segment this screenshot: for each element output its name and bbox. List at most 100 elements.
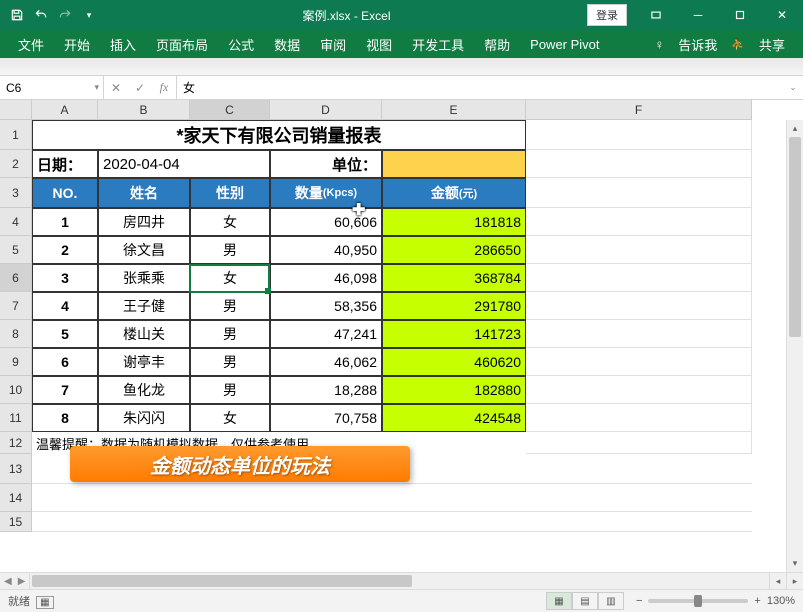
sheet-nav-buttons[interactable]: ◀▶ (0, 573, 30, 589)
maximize-icon[interactable] (719, 0, 761, 30)
cell-gender-5[interactable]: 男 (190, 320, 270, 348)
cell-gender-8[interactable]: 女 (190, 404, 270, 432)
redo-icon[interactable] (54, 4, 76, 26)
scroll-right-icon[interactable]: ▸ (786, 573, 803, 589)
qat-dropdown-icon[interactable]: ▾ (78, 4, 100, 26)
col-header-D[interactable]: D (270, 100, 382, 120)
date-label[interactable]: 日期： (32, 150, 98, 178)
column-headers[interactable]: ABCDEF (32, 100, 752, 120)
fx-icon[interactable]: fx (152, 76, 176, 100)
cell-qty-6[interactable]: 46,062 (270, 348, 382, 376)
cell-gender-2[interactable]: 男 (190, 236, 270, 264)
cell-name-5[interactable]: 楼山关 (98, 320, 190, 348)
minimize-icon[interactable]: ─ (677, 0, 719, 30)
row-header-13[interactable]: 13 (0, 454, 32, 484)
unit-value[interactable] (382, 150, 526, 178)
row-header-8[interactable]: 8 (0, 320, 32, 348)
row-header-14[interactable]: 14 (0, 484, 32, 512)
col-header-E[interactable]: E (382, 100, 526, 120)
cell-qty-8[interactable]: 70,758 (270, 404, 382, 432)
banner-overlay[interactable]: 金额动态单位的玩法 (70, 446, 410, 482)
cell-qty-7[interactable]: 18,288 (270, 376, 382, 404)
close-icon[interactable]: ✕ (761, 0, 803, 30)
share-button[interactable]: 共享 (749, 30, 795, 58)
tab-help[interactable]: 帮助 (474, 30, 520, 58)
scroll-left-icon[interactable]: ◂ (769, 573, 786, 589)
cell-gender-4[interactable]: 男 (190, 292, 270, 320)
cell-gender-7[interactable]: 男 (190, 376, 270, 404)
cell-name-4[interactable]: 王子健 (98, 292, 190, 320)
unit-label[interactable]: 单位： (270, 150, 382, 178)
header-gender[interactable]: 性别 (190, 178, 270, 208)
zoom-in-button[interactable]: + (754, 595, 760, 607)
scroll-down-icon[interactable]: ▾ (787, 555, 803, 572)
name-box[interactable]: C6 (0, 76, 104, 99)
scroll-up-icon[interactable]: ▴ (787, 120, 803, 137)
cell-name-3[interactable]: 张乘乘 (98, 264, 190, 292)
cell-qty-3[interactable]: 46,098 (270, 264, 382, 292)
col-header-C[interactable]: C (190, 100, 270, 120)
cell-no-6[interactable]: 6 (32, 348, 98, 376)
cell-qty-5[interactable]: 47,241 (270, 320, 382, 348)
spreadsheet-grid[interactable]: ABCDEF 123456789101112131415 *家天下有限公司销量报… (0, 100, 803, 572)
report-title[interactable]: *家天下有限公司销量报表 (32, 120, 526, 150)
row-header-4[interactable]: 4 (0, 208, 32, 236)
row-headers[interactable]: 123456789101112131415 (0, 120, 32, 532)
row-header-1[interactable]: 1 (0, 120, 32, 150)
row-header-3[interactable]: 3 (0, 178, 32, 208)
header-name[interactable]: 姓名 (98, 178, 190, 208)
row-header-12[interactable]: 12 (0, 432, 32, 454)
col-header-A[interactable]: A (32, 100, 98, 120)
col-header-B[interactable]: B (98, 100, 190, 120)
select-all-corner[interactable] (0, 100, 32, 120)
tab-power-pivot[interactable]: Power Pivot (520, 30, 609, 58)
col-header-F[interactable]: F (526, 100, 752, 120)
header-qty[interactable]: 数量(Kpcs) (270, 178, 382, 208)
expand-formula-bar-icon[interactable]: ⌄ (783, 82, 803, 93)
row-header-10[interactable]: 10 (0, 376, 32, 404)
cell-name-6[interactable]: 谢亭丰 (98, 348, 190, 376)
cell-name-1[interactable]: 房四井 (98, 208, 190, 236)
header-amount[interactable]: 金额(元) (382, 178, 526, 208)
cell-no-3[interactable]: 3 (32, 264, 98, 292)
save-icon[interactable] (6, 4, 28, 26)
row-header-9[interactable]: 9 (0, 348, 32, 376)
enter-icon[interactable]: ✓ (128, 76, 152, 100)
cell-amount-3[interactable]: 368784 (382, 264, 526, 292)
row-header-11[interactable]: 11 (0, 404, 32, 432)
login-button[interactable]: 登录 (587, 4, 627, 26)
cell-amount-4[interactable]: 291780 (382, 292, 526, 320)
row-header-5[interactable]: 5 (0, 236, 32, 264)
horizontal-scrollbar[interactable] (30, 573, 769, 589)
view-page-break-icon[interactable]: ▥ (598, 592, 624, 610)
cell-name-7[interactable]: 鱼化龙 (98, 376, 190, 404)
view-normal-icon[interactable]: ▦ (546, 592, 572, 610)
cell-amount-6[interactable]: 460620 (382, 348, 526, 376)
cell-no-2[interactable]: 2 (32, 236, 98, 264)
ribbon-options-icon[interactable] (635, 0, 677, 30)
cell-gender-6[interactable]: 男 (190, 348, 270, 376)
vertical-scrollbar[interactable]: ▴ ▾ (786, 120, 803, 572)
tab-review[interactable]: 审阅 (310, 30, 356, 58)
cell-name-8[interactable]: 朱闪闪 (98, 404, 190, 432)
cell-name-2[interactable]: 徐文昌 (98, 236, 190, 264)
tab-file[interactable]: 文件 (8, 30, 54, 58)
tell-me-button[interactable]: 告诉我 (668, 30, 727, 58)
cell-qty-1[interactable]: 60,606 (270, 208, 382, 236)
tab-home[interactable]: 开始 (54, 30, 100, 58)
cell-no-4[interactable]: 4 (32, 292, 98, 320)
zoom-slider[interactable] (648, 599, 748, 603)
tab-view[interactable]: 视图 (356, 30, 402, 58)
cell-no-1[interactable]: 1 (32, 208, 98, 236)
cell-gender-1[interactable]: 女 (190, 208, 270, 236)
cell-amount-5[interactable]: 141723 (382, 320, 526, 348)
cell-qty-2[interactable]: 40,950 (270, 236, 382, 264)
cell-amount-2[interactable]: 286650 (382, 236, 526, 264)
cell-amount-8[interactable]: 424548 (382, 404, 526, 432)
tab-page-layout[interactable]: 页面布局 (146, 30, 218, 58)
horizontal-scroll-thumb[interactable] (32, 575, 412, 587)
date-value[interactable]: 2020-04-04 (98, 150, 270, 178)
header-no[interactable]: NO. (32, 178, 98, 208)
row-header-6[interactable]: 6 (0, 264, 32, 292)
cell-no-8[interactable]: 8 (32, 404, 98, 432)
